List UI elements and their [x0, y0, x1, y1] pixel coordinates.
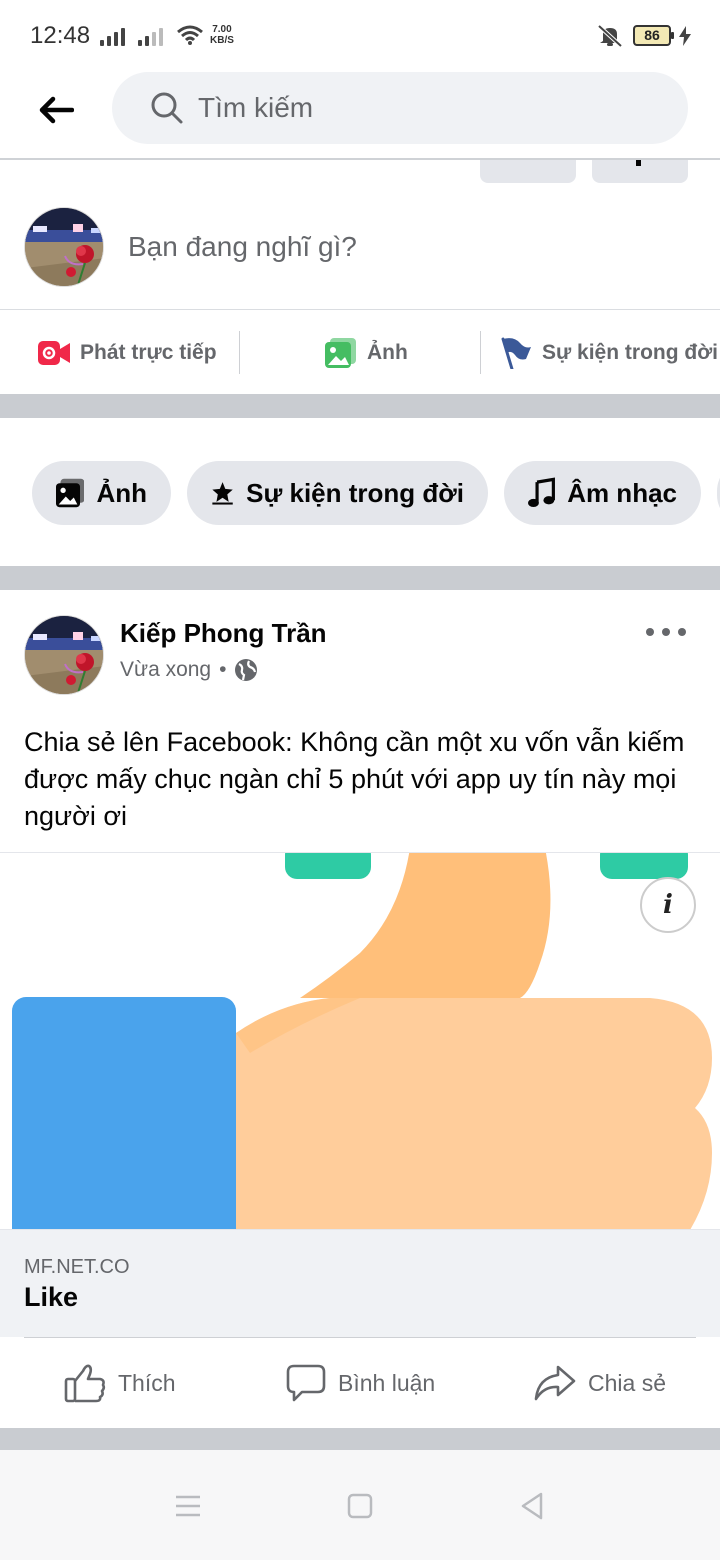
search-input[interactable]: Tìm kiếm [112, 72, 688, 144]
charging-icon [679, 26, 691, 46]
system-navigation-bar [0, 1450, 720, 1560]
photo-label: Ảnh [367, 340, 408, 364]
divider [239, 331, 240, 374]
signal-icon [100, 26, 125, 46]
live-video-icon [38, 340, 70, 365]
battery-indicator: 86 [633, 25, 674, 46]
info-icon: i [663, 890, 673, 920]
comment-label: Bình luận [338, 1369, 436, 1396]
photo-button[interactable]: Ảnh [325, 311, 408, 394]
recent-apps-button[interactable] [168, 1486, 208, 1526]
share-button[interactable]: Chia sẻ [534, 1338, 666, 1428]
chip-photo-label: Ảnh [96, 477, 147, 508]
comment-button[interactable]: Bình luận [286, 1338, 435, 1428]
post-image[interactable]: i [0, 852, 720, 1229]
home-button[interactable] [340, 1486, 380, 1526]
chip-life-event[interactable]: Sự kiện trong đời [187, 461, 488, 525]
search-placeholder: Tìm kiếm [198, 92, 314, 123]
user-avatar[interactable] [24, 207, 104, 287]
more-options-button[interactable] [646, 620, 686, 644]
section-separator [0, 566, 720, 590]
post-author-name[interactable]: Kiếp Phong Trần [120, 618, 327, 649]
top-search-bar: Tìm kiếm [0, 72, 720, 160]
composer-actions: Phát trực tiếp Ảnh Sự kiện trong đời [0, 311, 720, 394]
post-composer: Bạn đang nghĩ gì? [0, 184, 720, 310]
link-preview[interactable]: MF.NET.CO Like [0, 1229, 720, 1337]
divider [480, 331, 481, 374]
search-icon [151, 92, 183, 124]
back-triangle-icon [521, 1492, 543, 1520]
chip-photo[interactable]: Ảnh [32, 461, 171, 525]
composer-prompt[interactable]: Bạn đang nghĩ gì? [128, 231, 357, 263]
share-arrow-icon [534, 1365, 576, 1401]
dot [678, 628, 686, 636]
dot [662, 628, 670, 636]
post-actions: Thích Bình luận Chia sẻ [0, 1338, 720, 1428]
star-icon [212, 482, 233, 505]
music-note-icon [528, 477, 555, 508]
ad-info-button[interactable]: i [640, 877, 696, 933]
dot [646, 628, 654, 636]
mute-bell-icon [597, 24, 623, 48]
like-button[interactable]: Thích [64, 1338, 176, 1428]
like-thumb-icon [64, 1364, 106, 1403]
home-square-icon [347, 1493, 373, 1519]
suggestion-chips: Ảnh Sự kiện trong đời Âm nhạc [0, 418, 720, 566]
speed-value: 7.00 [212, 24, 232, 35]
post-meta: Vừa xong • [120, 658, 258, 682]
partial-button[interactable] [592, 160, 688, 183]
avatar-image [25, 616, 103, 694]
signal-icon [138, 26, 163, 46]
like-label: Thích [118, 1369, 176, 1396]
status-time: 12:48 [30, 22, 91, 49]
back-arrow-icon [39, 96, 74, 124]
live-video-label: Phát trực tiếp [80, 340, 217, 364]
photo-icon [325, 337, 356, 368]
photo-icon [56, 478, 85, 508]
back-button[interactable] [30, 86, 82, 134]
thumbs-up-illustration [12, 853, 712, 1229]
live-video-button[interactable]: Phát trực tiếp [38, 311, 217, 394]
network-speed: 7.00 KB/S [210, 24, 234, 46]
life-event-button[interactable]: Sự kiện trong đời [500, 311, 718, 394]
post-header: Kiếp Phong Trần Vừa xong • [0, 590, 720, 702]
speed-unit: KB/S [210, 35, 234, 46]
chip-music[interactable]: Âm nhạc [504, 461, 701, 525]
post-time[interactable]: Vừa xong [120, 658, 211, 682]
chip-life-event-label: Sự kiện trong đời [246, 477, 464, 508]
share-label: Chia sẻ [588, 1369, 666, 1396]
author-avatar[interactable] [24, 615, 104, 695]
menu-icon [176, 1495, 200, 1517]
meta-separator: • [219, 658, 227, 681]
system-back-button[interactable] [512, 1486, 552, 1526]
status-bar: 12:48 7.00 KB/S 86 [0, 0, 720, 72]
wifi-icon [177, 25, 203, 45]
link-domain: MF.NET.CO [24, 1256, 130, 1278]
life-event-flag-icon [501, 337, 531, 369]
link-title: Like [24, 1282, 79, 1312]
avatar-image [25, 208, 103, 286]
globe-icon [235, 659, 258, 681]
chip-music-label: Âm nhạc [567, 477, 677, 508]
section-separator [0, 394, 720, 418]
comment-icon [286, 1364, 326, 1402]
partial-icon [636, 160, 641, 166]
life-event-label: Sự kiện trong đời [542, 340, 718, 364]
section-separator [0, 1428, 720, 1450]
post-text: Chia sẻ lên Facebook: Không cần một xu v… [24, 727, 685, 831]
partial-button[interactable] [480, 160, 576, 183]
